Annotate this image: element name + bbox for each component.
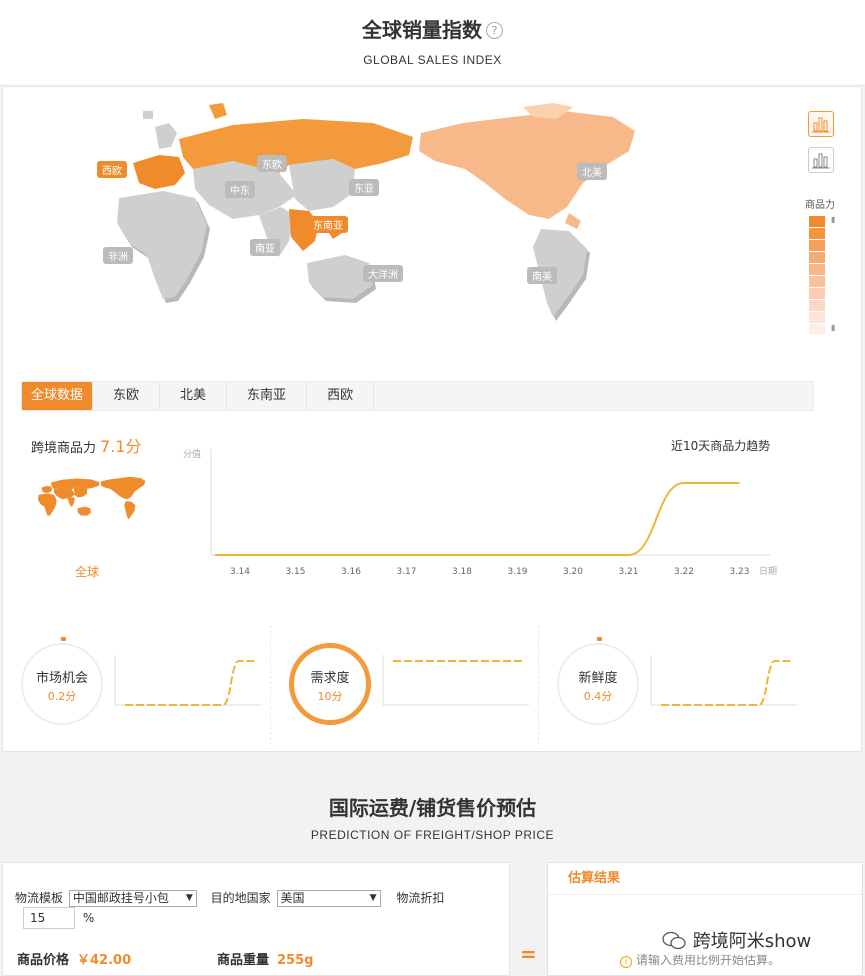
country-select[interactable]: 美国 ▼ [276,890,381,907]
x-tick-label: 3.21 [618,567,638,577]
logistics-select[interactable]: 中国邮政挂号小包 ▼ [68,890,197,907]
sales-index-panel: 西欧 东欧 中东 东亚 北美 东南亚 非洲 南亚 大洋洲 南美 商品力 ▮ ▮ … [2,86,862,752]
country-label: 目的地国家 [210,891,271,905]
equals-sign: = [520,942,537,966]
metric-name: 市场机会 [35,671,88,686]
freight-form: 物流模板 中国邮政挂号小包 ▼ 目的地国家 美国 ▼ 物流折扣 15 % 商品价格 ￥… [2,862,510,976]
metric-card-market: 市场机会 0.2分 [3,625,271,745]
form-row-discount: 15 % [23,907,94,929]
metric-card-freshness: 新鲜度 0.4分 [539,625,807,745]
selected-region-name: 全球 [75,565,100,579]
legend-title: 商品力 [805,200,835,211]
form-row-price: 商品价格 ￥42.00 [17,949,131,968]
result-title: 估算结果 [548,863,862,895]
metric-value: 0.2分 [47,690,77,703]
metric-sparkline [650,655,797,706]
product-power-score: 7.1分 [100,437,142,456]
metric-value: 0.4分 [583,690,613,703]
weight-label: 商品重量 [217,953,270,968]
map-tag-south-asia[interactable]: 南亚 [250,239,280,256]
page-title-text: 全球销量指数 [362,18,482,42]
form-row-weight: 商品重量 255g [217,949,313,968]
bar-chart-icon [812,117,830,133]
metric-sparkline [382,655,529,706]
global-mini-map [38,476,146,520]
info-icon: i [620,956,632,968]
region-africa[interactable] [117,191,207,299]
map-tag-southeast-asia[interactable]: 东南亚 [308,216,348,233]
chevron-down-icon: ▼ [185,893,193,903]
metric-value: 10分 [317,690,343,703]
region-tabs: 全球数据 东欧 北美 东南亚 西欧 [21,381,814,411]
metric-card-demand: 需求度 10分 [271,625,539,745]
price-label: 商品价格 [17,953,70,968]
product-power-text: 跨境商品力 [31,441,97,456]
metric-sparkline [114,655,261,706]
discount-unit: % [82,910,95,925]
tab-global[interactable]: 全球数据 [22,382,94,410]
help-icon[interactable]: ? [486,22,503,39]
result-panel: 估算结果 i 请输入费用比例开始估算。 [547,862,863,976]
page-subtitle: GLOBAL SALES INDEX [363,53,502,67]
x-tick-label: 3.16 [341,567,361,577]
metric-name: 需求度 [310,671,350,686]
y-axis-label: 分值 [183,448,201,460]
result-hint-text: 请输入费用比例开始估算。 [636,953,781,967]
world-map[interactable] [83,103,643,333]
discount-label: 物流折扣 [396,891,445,905]
logistics-label: 物流模板 [15,891,64,905]
x-tick-label: 3.17 [396,567,416,577]
x-tick-label: 3.23 [729,567,749,577]
x-tick-label: 3.18 [452,567,472,577]
discount-input[interactable]: 15 [23,907,75,929]
metric-circle[interactable]: 需求度 10分 [289,643,371,725]
map-tag-middle-east[interactable]: 中东 [225,181,255,198]
metric-name: 新鲜度 [578,671,618,686]
map-tag-south-america[interactable]: 南美 [527,267,557,284]
map-tag-africa[interactable]: 非洲 [103,247,133,264]
chart-view-toggle[interactable] [808,147,834,173]
price-value[interactable]: ￥42.00 [77,953,131,968]
metric-circle[interactable]: 市场机会 0.2分 [21,643,103,725]
bar-chart-outline-icon [812,153,830,169]
x-tick-label: 3.20 [563,567,583,577]
form-row-logistics: 物流模板 中国邮政挂号小包 ▼ 目的地国家 美国 ▼ 物流折扣 [15,889,444,907]
x-tick-label: 3.19 [507,567,527,577]
map-view-toggle[interactable] [808,111,834,137]
legend-gradient [809,216,825,334]
country-value: 美国 [280,891,305,905]
tab-north-america[interactable]: 北美 [160,382,228,410]
watermark-text: 跨境阿米show [692,931,812,952]
metric-marker [597,637,602,641]
trend-line-chart: 分值 3.14 3.15 3.16 3.17 3.18 3.19 3.20 3.21 3.22 3… [183,448,777,577]
map-tag-east-asia[interactable]: 东亚 [349,179,379,196]
chevron-down-icon: ▼ [369,893,377,903]
legend-tick-low: ▮ [831,323,836,332]
x-tick-label: 3.15 [285,567,305,577]
logistics-value: 中国邮政挂号小包 [72,891,169,905]
watermark: 跨境阿米show [655,925,818,955]
map-tag-north-america[interactable]: 北美 [577,163,607,180]
x-axis-label: 日期 [759,566,777,577]
legend-tick-high: ▮ [831,215,836,224]
product-power-label: 跨境商品力 7.1分 [31,433,141,457]
x-tick-label: 3.22 [674,567,694,577]
freight-title: 国际运费/铺货售价预估 [328,796,537,820]
tab-eastern-europe[interactable]: 东欧 [93,382,161,410]
weight-value[interactable]: 255g [277,953,313,968]
tab-western-europe[interactable]: 西欧 [307,382,375,410]
metric-marker [61,637,66,641]
wechat-icon [662,931,686,950]
map-tag-eastern-europe[interactable]: 东欧 [257,155,287,172]
page-title: 全球销量指数? [0,14,865,43]
series-line [215,482,740,556]
region-east-asia[interactable] [289,159,355,211]
metric-circle[interactable]: 新鲜度 0.4分 [557,643,639,725]
x-tick-label: 3.14 [230,567,250,577]
map-tag-oceania[interactable]: 大洋洲 [363,265,403,282]
freight-subtitle: PREDICTION OF FREIGHT/SHOP PRICE [310,828,555,842]
tab-southeast-asia[interactable]: 东南亚 [227,382,308,410]
region-western-europe[interactable] [133,155,185,189]
map-tag-western-europe[interactable]: 西欧 [97,161,127,178]
